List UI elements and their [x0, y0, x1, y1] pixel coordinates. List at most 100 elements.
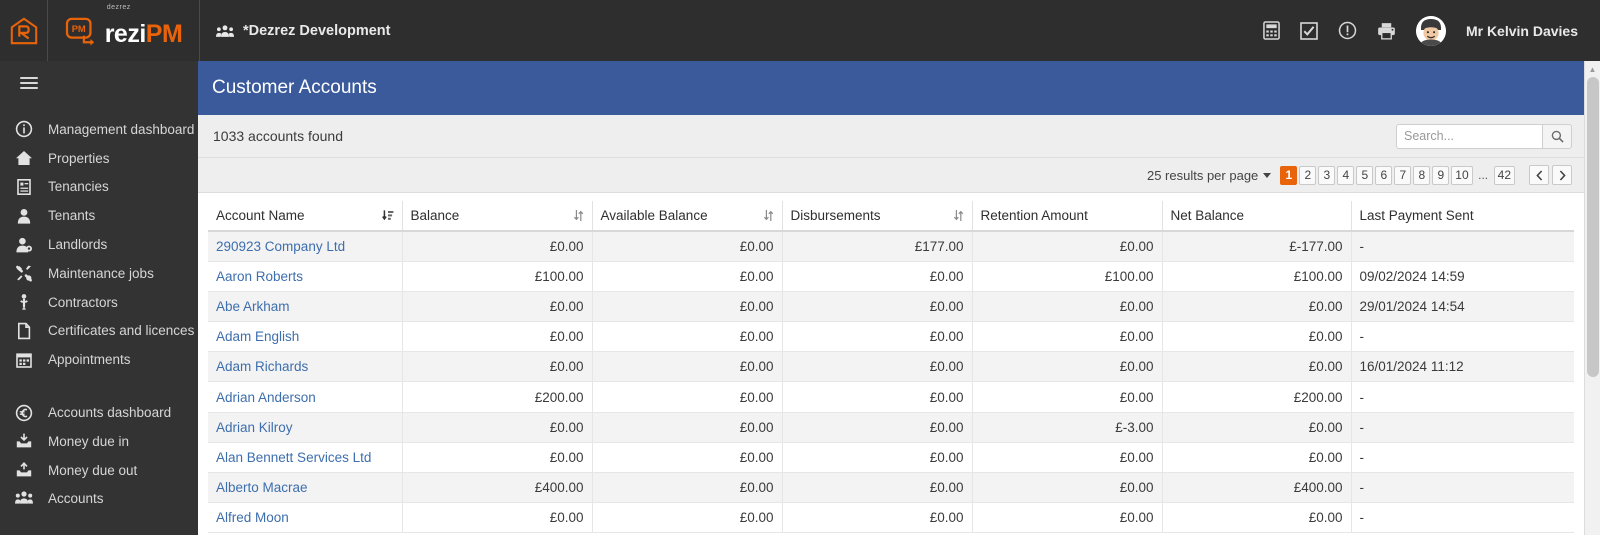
sidebar-item-landlords[interactable]: Landlords	[0, 230, 198, 259]
page-button-8[interactable]: 8	[1413, 165, 1431, 185]
cell-name[interactable]: Adrian Kilroy	[208, 412, 403, 443]
cell-name[interactable]: Adam English	[208, 321, 403, 353]
column-header-last-payment-sent[interactable]: Last Payment Sent	[1351, 201, 1574, 232]
search-input[interactable]	[1396, 123, 1542, 149]
sidebar-item-maintenance-jobs[interactable]: Maintenance jobs	[0, 259, 198, 288]
account-name-link[interactable]: Abe Arkham	[216, 299, 290, 314]
sort-active-icon[interactable]	[381, 209, 394, 222]
page-button-6[interactable]: 6	[1375, 165, 1393, 185]
sidebar-item-accounts[interactable]: Accounts	[0, 485, 198, 514]
column-header-available-balance[interactable]: Available Balance	[592, 201, 783, 232]
table-row[interactable]: Adam Richards £0.00 £0.00 £0.00 £0.00 £0.00 16…	[208, 351, 1574, 383]
page-button-3[interactable]: 3	[1318, 165, 1336, 185]
cell-available: £0.00	[592, 412, 783, 443]
sidebar-item-label: Landlords	[48, 237, 108, 253]
account-name-link[interactable]: 290923 Company Ltd	[216, 239, 345, 254]
account-name-link[interactable]: Alberto Macrae	[216, 480, 308, 495]
results-per-page-dropdown[interactable]: 25 results per page	[1147, 168, 1272, 183]
cell-name[interactable]: Adam Richards	[208, 351, 403, 383]
cell-last-payment: -	[1351, 231, 1574, 262]
column-header-retention-amount[interactable]: Retention Amount	[972, 201, 1163, 232]
table-row[interactable]: Adrian Kilroy £0.00 £0.00 £0.00 £-3.00 £0.00-	[208, 412, 1574, 443]
sort-neutral-icon[interactable]	[573, 209, 584, 222]
account-name-link[interactable]: Alfred Moon	[216, 510, 289, 525]
next-page-button[interactable]	[1552, 165, 1572, 185]
cell-available: £0.00	[592, 231, 783, 262]
account-name-link[interactable]: Adam Richards	[216, 359, 308, 374]
sidebar-item-contractors[interactable]: Contractors	[0, 288, 198, 317]
cell-disbursements: £0.00	[782, 261, 973, 292]
cell-retention: £0.00	[972, 472, 1163, 504]
table-row[interactable]: Aaron Roberts £100.00 £0.00 £0.00 £100.00 £10…	[208, 261, 1574, 292]
search-button[interactable]	[1542, 123, 1572, 149]
cell-name[interactable]: Alberto Macrae	[208, 472, 403, 504]
account-name-link[interactable]: Adrian Kilroy	[216, 420, 293, 435]
column-header-label: Account Name	[216, 208, 305, 223]
column-header-label: Net Balance	[1170, 208, 1245, 223]
table-row[interactable]: Abe Arkham £0.00 £0.00 £0.00 £0.00 £0.00 29/01…	[208, 291, 1574, 323]
sidebar-item-certificates-and-licences[interactable]: Certificates and licences	[0, 317, 198, 346]
table-row[interactable]: Alfred Moon £0.00 £0.00 £0.00 £0.00 £0.00-	[208, 502, 1574, 534]
page-button-9[interactable]: 9	[1432, 165, 1450, 185]
account-name-link[interactable]: Aaron Roberts	[216, 269, 303, 284]
cell-disbursements: £0.00	[782, 381, 973, 413]
column-header-account-name[interactable]: Account Name	[208, 201, 403, 232]
table-row[interactable]: Alberto Macrae £400.00 £0.00 £0.00 £0.00 £400…	[208, 472, 1574, 504]
page-button-4[interactable]: 4	[1337, 165, 1355, 185]
sidebar-item-accounts-dashboard[interactable]: Accounts dashboard	[0, 398, 198, 427]
printer-icon[interactable]	[1377, 22, 1396, 40]
euro-circle-icon	[0, 404, 48, 422]
cell-name[interactable]: Aaron Roberts	[208, 261, 403, 292]
page-button-2[interactable]: 2	[1299, 165, 1317, 185]
column-header-balance[interactable]: Balance	[402, 201, 593, 232]
table-row[interactable]: 290923 Company Ltd £0.00 £0.00 £177.00 £0.00…	[208, 231, 1574, 262]
rezipm-logo[interactable]: PM dezrez reziPM	[48, 0, 200, 61]
vertical-scrollbar[interactable]: ▲	[1584, 61, 1600, 535]
column-header-net-balance[interactable]: Net Balance	[1162, 201, 1352, 232]
chevron-right-icon	[1559, 169, 1566, 181]
page-button-5[interactable]: 5	[1356, 165, 1374, 185]
logo-superscript: dezrez	[106, 3, 131, 11]
sidebar-item-label: Money due in	[48, 433, 130, 449]
cell-retention: £0.00	[972, 231, 1163, 262]
sort-neutral-icon[interactable]	[953, 209, 964, 222]
sidebar-item-money-due-in[interactable]: Money due in	[0, 427, 198, 456]
account-name-link[interactable]: Adam English	[216, 329, 299, 344]
cell-last-payment: -	[1351, 502, 1574, 534]
sidebar-item-tenancies[interactable]: Tenancies	[0, 173, 198, 202]
account-name-link[interactable]: Adrian Anderson	[216, 390, 316, 405]
pagination-bar: 25 results per page 1 2 3 4 5 6 7 8 9 10... 42	[198, 158, 1584, 193]
checkbox-checked-icon[interactable]	[1300, 21, 1318, 40]
cell-name[interactable]: Abe Arkham	[208, 291, 403, 323]
sidebar-item-money-due-out[interactable]: Money due out	[0, 456, 198, 485]
page-button-10[interactable]: 10	[1451, 165, 1473, 185]
table-row[interactable]: Alan Bennett Services Ltd £0.00 £0.00 £0.00…	[208, 442, 1574, 474]
page-button-7[interactable]: 7	[1394, 165, 1412, 185]
scroll-up-icon[interactable]: ▲	[1585, 61, 1600, 77]
rezi-house-r-icon[interactable]	[0, 0, 48, 61]
table-row[interactable]: Adrian Anderson £200.00 £0.00 £0.00 £0.00 £20…	[208, 381, 1574, 413]
cell-name[interactable]: Alan Bennett Services Ltd	[208, 442, 403, 474]
prev-page-button[interactable]	[1529, 165, 1549, 185]
page-button-1[interactable]: 1	[1280, 165, 1298, 185]
page-button-last[interactable]: 42	[1493, 165, 1515, 185]
cell-name[interactable]: Alfred Moon	[208, 502, 403, 534]
sidebar-item-management-dashboard[interactable]: Management dashboard	[0, 115, 198, 144]
menu-toggle-button[interactable]	[0, 61, 198, 105]
sidebar-item-tenants[interactable]: Tenants	[0, 201, 198, 230]
calculator-icon[interactable]	[1263, 21, 1280, 40]
cell-available: £0.00	[592, 261, 783, 292]
organisation-selector[interactable]: *Dezrez Development	[216, 23, 390, 39]
cell-name[interactable]: 290923 Company Ltd	[208, 231, 403, 262]
sort-neutral-icon[interactable]	[763, 209, 774, 222]
table-row[interactable]: Adam English £0.00 £0.00 £0.00 £0.00 £0.00-	[208, 321, 1574, 353]
column-header-disbursements[interactable]: Disbursements	[782, 201, 973, 232]
sidebar-item-properties[interactable]: Properties	[0, 144, 198, 173]
scrollbar-thumb[interactable]	[1587, 77, 1599, 377]
account-name-link[interactable]: Alan Bennett Services Ltd	[216, 450, 371, 465]
exclamation-circle-icon[interactable]	[1338, 21, 1357, 40]
cell-name[interactable]: Adrian Anderson	[208, 381, 403, 413]
sidebar-item-appointments[interactable]: Appointments	[0, 345, 198, 374]
user-avatar[interactable]	[1415, 15, 1446, 46]
user-name-label[interactable]: Mr Kelvin Davies	[1466, 23, 1578, 39]
